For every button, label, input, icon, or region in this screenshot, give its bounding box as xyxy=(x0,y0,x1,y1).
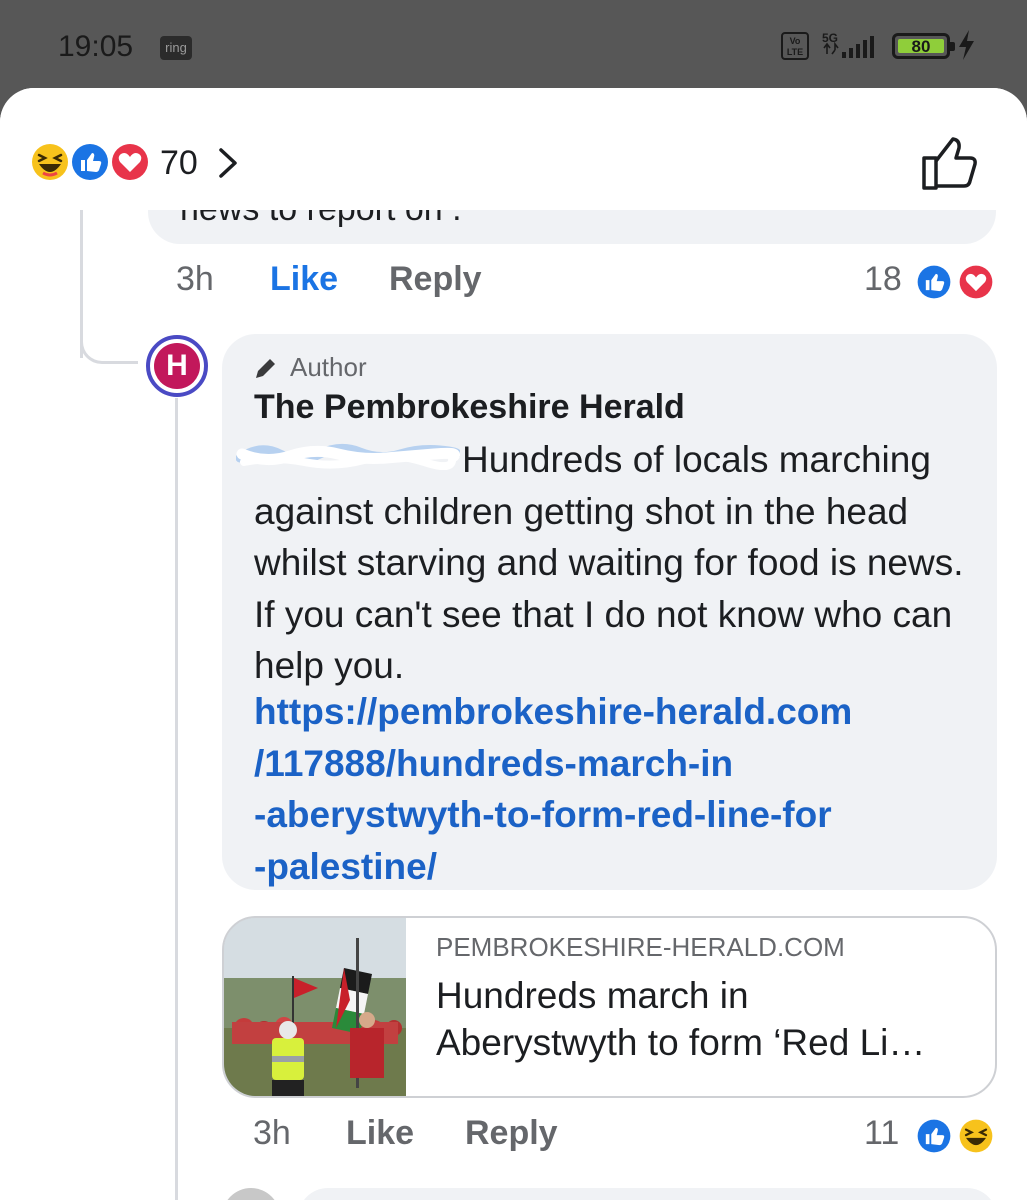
author-reply-actions: 3h Like Reply 11 xyxy=(0,1114,1027,1158)
volte-icon: Vo LTE xyxy=(781,32,809,60)
comment-time: 3h xyxy=(176,260,214,298)
love-icon xyxy=(109,141,151,183)
ring-app-icon: ring xyxy=(160,36,192,60)
status-bar: 19:05 ring Vo LTE 5G 80 xyxy=(0,0,1027,88)
link-line: https://pembrokeshire-herald.com xyxy=(254,691,853,732)
comments-sheet: news to report on . 70 xyxy=(0,88,1027,1200)
link-line: -palestine/ xyxy=(254,845,437,887)
link-line: /117888/hundreds-march-in xyxy=(254,742,734,784)
preview-title-line: Hundreds march in xyxy=(436,975,749,1016)
author-name[interactable]: The Pembrokeshire Herald xyxy=(254,388,685,427)
svg-text:5G: 5G xyxy=(822,31,838,45)
comment-time: 3h xyxy=(253,1114,291,1152)
next-comment-avatar[interactable] xyxy=(222,1188,280,1200)
chevron-right-icon xyxy=(219,148,237,178)
reaction-count[interactable]: 18 xyxy=(864,260,902,299)
author-avatar[interactable]: H xyxy=(146,335,208,397)
comment-text: Hundreds of locals marching against chil… xyxy=(254,439,964,686)
author-reply-bubble[interactable]: Author The Pembrokeshire Herald Hundreds… xyxy=(222,334,997,890)
signal-icon: 5G xyxy=(822,31,874,58)
haha-icon xyxy=(956,1116,996,1156)
charging-bolt-icon xyxy=(959,30,974,60)
reply-thread-line xyxy=(175,398,178,1200)
article-link[interactable]: https://pembrokeshire-herald.com /117888… xyxy=(254,686,974,892)
preview-title: Hundreds march in Aberystwyth to form ‘R… xyxy=(436,972,976,1066)
link-line: -aberystwyth-to-form-red-line-for xyxy=(254,794,832,835)
battery-level: 80 xyxy=(898,38,944,55)
reactions-summary[interactable]: 70 xyxy=(28,140,328,184)
battery-icon: 80 xyxy=(892,33,955,59)
reaction-count[interactable]: 11 xyxy=(864,1114,899,1153)
reply-button[interactable]: Reply xyxy=(465,1114,558,1153)
status-time: 19:05 xyxy=(58,30,134,63)
haha-icon xyxy=(29,141,71,183)
preview-title-line: Aberystwyth to form ‘Red Li… xyxy=(436,1022,926,1063)
like-button[interactable]: Like xyxy=(346,1114,414,1153)
like-button[interactable]: Like xyxy=(270,260,338,299)
thread-connector xyxy=(80,320,138,364)
preview-thumbnail xyxy=(224,918,406,1096)
love-icon xyxy=(956,262,996,302)
next-comment-bubble[interactable] xyxy=(298,1188,997,1200)
reply-button[interactable]: Reply xyxy=(389,260,482,299)
previous-comment-actions: 3h Like Reply 18 xyxy=(0,260,1027,304)
like-icon xyxy=(69,141,111,183)
reactions-count: 70 xyxy=(160,144,198,182)
like-icon xyxy=(914,1116,954,1156)
preview-domain: PEMBROKESHIRE-HERALD.COM xyxy=(436,932,845,962)
author-badge-label: Author xyxy=(290,352,367,382)
pencil-icon xyxy=(256,357,277,378)
avatar-letter: H xyxy=(154,343,200,389)
like-icon xyxy=(914,262,954,302)
like-thumb-icon[interactable] xyxy=(920,136,982,192)
link-preview-card[interactable]: PEMBROKESHIRE-HERALD.COM Hundreds march … xyxy=(222,916,997,1098)
